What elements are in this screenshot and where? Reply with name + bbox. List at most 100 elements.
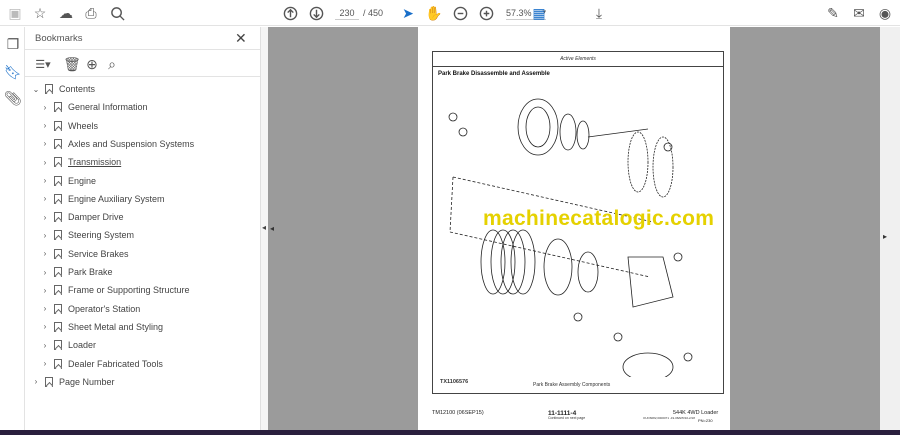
figure-caption: Park Brake Assembly Components [533,382,611,388]
bookmark-label: Loader [68,340,97,351]
bookmark-icon [54,212,62,223]
bookmark-label: Engine [68,175,97,186]
vertical-scrollbar[interactable]: ▸ [880,27,900,430]
bookmark-page-number[interactable]: › Page Number [31,374,115,390]
chevron-right-icon[interactable]: › [40,194,50,203]
left-arrow-icon[interactable]: ◂ [270,224,274,233]
sign-icon[interactable]: ✎ [824,4,842,22]
right-arrow-icon[interactable]: ▸ [883,232,887,241]
options-icon[interactable]: ☰▾ [34,55,52,73]
bookmark-item[interactable]: › Dealer Fabricated Tools [40,356,163,372]
chevron-right-icon[interactable]: › [40,359,50,368]
next-page-icon[interactable] [307,4,325,22]
main-toolbar: ▣ ☆ ☁ ⎙ 230 / 450 ➤ ✋ 57.3% ▾ ▦ ⤓ ✎ ✉ ◉ [0,0,900,26]
bookmark-contents[interactable]: ⌄ Contents [31,81,95,97]
bookmark-label: Transmission [68,157,122,168]
attachments-icon[interactable]: 📎︎ [4,89,22,107]
chevron-right-icon[interactable]: › [40,158,50,167]
bookmark-icon [45,376,53,387]
save-icon[interactable]: ▣ [6,4,24,22]
bookmark-label: General Information [68,102,148,113]
hand-tool-icon[interactable]: ✋ [425,4,443,22]
panel-splitter[interactable]: ◂ [260,27,268,435]
bookmark-icon [54,120,62,131]
bookmark-icon [54,248,62,259]
bookmark-item[interactable]: › Service Brakes [40,246,129,262]
chevron-right-icon[interactable]: › [40,341,50,350]
search-icon[interactable] [108,4,126,22]
bookmarks-panel: Bookmarks ✕ ☰▾ 🗑︎ ⊕ ⌕ ⌄ Contents › General … [25,27,260,435]
bookmark-item[interactable]: › General Information [40,99,148,115]
bookmark-icon [54,193,62,204]
taskbar-strip [0,430,900,435]
doc-code: OUO6082,0000071 -19-08APR10-2/18 [643,416,695,420]
chevron-right-icon[interactable]: › [40,213,50,222]
chevron-right-icon[interactable]: › [40,268,50,277]
cloud-upload-icon[interactable]: ☁ [57,4,75,22]
star-icon[interactable]: ☆ [31,4,49,22]
account-icon[interactable]: ◉ [876,4,894,22]
chevron-right-icon[interactable]: › [40,121,50,130]
side-rail: ❐ 🔖︎ 📎︎ [0,27,25,435]
bookmark-label: Contents [59,84,96,94]
page-header: Active Elements [432,51,724,67]
bookmark-item[interactable]: › Engine Auxiliary System [40,191,165,207]
bookmark-item[interactable]: › Frame or Supporting Structure [40,282,190,298]
print-icon[interactable]: ⎙ [82,4,100,22]
bookmark-item[interactable]: › Damper Drive [40,209,124,225]
bookmark-tools: ☰▾ 🗑︎ ⊕ ⌕ [25,49,260,77]
bookmark-label: Engine Auxiliary System [68,193,165,204]
bookmark-icon [54,157,62,168]
delete-icon[interactable]: 🗑︎ [63,55,81,73]
document-viewport: ◂ Active Elements Park Brake Disassemble… [268,27,880,430]
bookmark-item[interactable]: › Transmission [40,154,121,170]
bookmark-item[interactable]: › Engine [40,173,96,189]
bookmark-item[interactable]: › Sheet Metal and Styling [40,319,163,335]
page-thumbnails-icon[interactable]: ❐ [4,35,22,53]
chevron-down-icon[interactable]: ⌄ [31,85,41,94]
bookmark-item[interactable]: › Operator's Station [40,301,140,317]
add-bookmark-icon[interactable]: ⊕ [83,55,101,73]
zoom-in-icon[interactable] [477,4,495,22]
bookmark-item[interactable]: › Wheels [40,118,98,134]
bookmark-icon [45,84,53,94]
close-panel-button[interactable]: ✕ [235,30,247,47]
chevron-right-icon[interactable]: › [40,322,50,331]
bookmark-item[interactable]: › Axles and Suspension Systems [40,136,194,152]
find-bookmark-icon[interactable]: ⌕ [103,55,121,73]
bookmark-label: Sheet Metal and Styling [68,321,164,332]
bookmark-icon [54,138,62,149]
collapse-panel-icon[interactable]: ◂ [262,223,266,232]
email-icon[interactable]: ✉ [850,4,868,22]
footer-left: TM12100 (06SEP15) [432,410,484,416]
page-fit-icon[interactable]: ▦ [530,4,548,22]
footer-right: 544K 4WD Loader [673,410,719,416]
page-total: / 450 [363,8,384,18]
chevron-right-icon[interactable]: › [40,176,50,185]
chevron-right-icon[interactable]: › [40,249,50,258]
bookmark-item[interactable]: › Steering System [40,227,134,243]
chevron-right-icon[interactable]: › [40,139,50,148]
bookmark-icon [54,285,62,296]
bookmark-item[interactable]: › Park Brake [40,264,113,280]
chevron-right-icon[interactable]: › [31,377,41,386]
zoom-value: 57.3% [506,8,532,18]
bookmark-label: Page Number [59,376,115,387]
bookmark-item[interactable]: › Loader [40,337,96,353]
bookmark-label: Service Brakes [68,248,129,259]
chevron-right-icon[interactable]: › [40,286,50,295]
bookmark-label: Operator's Station [68,303,141,314]
bookmarks-icon[interactable]: 🔖︎ [4,63,22,81]
bookmark-icon [54,303,62,314]
chevron-right-icon[interactable]: › [40,231,50,240]
footer-page-id: PN=230 [698,418,713,423]
scroll-mode-icon[interactable]: ⤓ [590,4,608,22]
chevron-right-icon[interactable]: › [40,304,50,313]
chevron-right-icon[interactable]: › [40,103,50,112]
previous-page-icon[interactable] [281,4,299,22]
select-tool-icon[interactable]: ➤ [399,4,417,22]
zoom-out-icon[interactable] [451,4,469,22]
bookmark-label: Dealer Fabricated Tools [68,358,163,369]
page-number-input[interactable]: 230 [335,6,359,20]
bookmark-icon [54,175,62,186]
